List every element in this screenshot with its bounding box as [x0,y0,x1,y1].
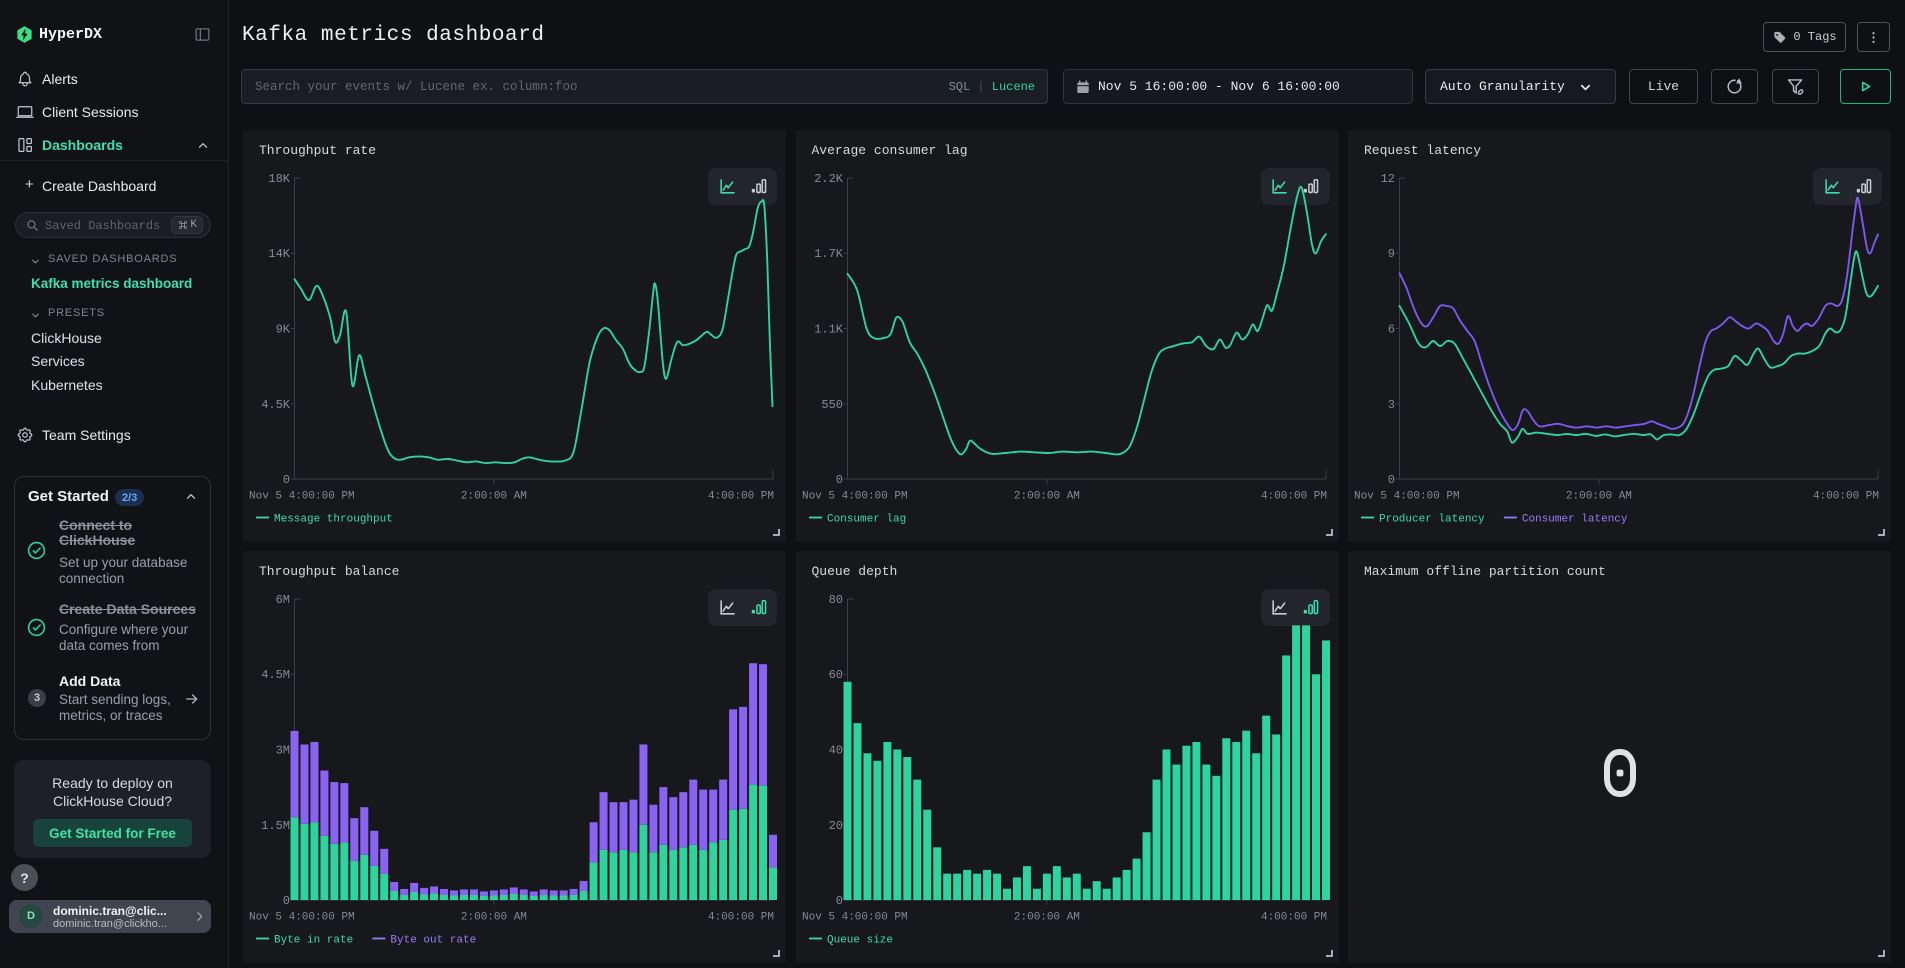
svg-text:4:00:00 PM: 4:00:00 PM [708,491,774,503]
svg-text:0: 0 [283,894,290,908]
svg-text:Message throughput: Message throughput [274,514,393,526]
svg-text:Nov 5 4:00:00 PM: Nov 5 4:00:00 PM [802,491,908,503]
svg-text:Consumer lag: Consumer lag [827,514,906,526]
svg-text:Nov 5 4:00:00 PM: Nov 5 4:00:00 PM [249,491,355,503]
svg-text:4:00:00 PM: 4:00:00 PM [1260,491,1326,503]
svg-text:2:00:00 AM: 2:00:00 AM [461,491,527,503]
svg-text:6: 6 [1388,323,1395,337]
svg-text:20: 20 [828,819,842,833]
svg-text:2:00:00 AM: 2:00:00 AM [1566,491,1632,503]
svg-text:2:00:00 AM: 2:00:00 AM [1013,912,1079,924]
svg-text:0: 0 [835,473,842,487]
svg-text:1.5M: 1.5M [261,819,290,833]
svg-text:4:00:00 PM: 4:00:00 PM [1260,912,1326,924]
svg-text:3M: 3M [276,744,290,758]
svg-text:550: 550 [821,398,843,412]
svg-text:6M: 6M [276,593,290,607]
svg-text:0: 0 [283,473,290,487]
svg-text:14K: 14K [268,247,290,261]
svg-text:4.5K: 4.5K [261,398,291,412]
svg-text:9K: 9K [276,323,291,337]
svg-text:Byte in rate: Byte in rate [274,935,353,947]
svg-text:Nov 5 4:00:00 PM: Nov 5 4:00:00 PM [1354,491,1460,503]
svg-text:3: 3 [1388,398,1395,412]
svg-text:80: 80 [828,593,842,607]
svg-text:Nov 5 4:00:00 PM: Nov 5 4:00:00 PM [249,912,355,924]
svg-text:9: 9 [1388,247,1395,261]
svg-text:1.7K: 1.7K [814,247,844,261]
svg-text:2.2K: 2.2K [814,172,844,186]
svg-text:0: 0 [835,894,842,908]
svg-text:1.1K: 1.1K [814,323,844,337]
svg-text:12: 12 [1381,172,1395,186]
svg-text:2:00:00 AM: 2:00:00 AM [461,912,527,924]
svg-text:4.5M: 4.5M [261,668,290,682]
svg-text:Consumer latency: Consumer latency [1522,514,1628,526]
svg-text:Byte out rate: Byte out rate [390,935,476,947]
svg-text:Queue size: Queue size [827,935,893,947]
svg-text:60: 60 [828,668,842,682]
svg-text:4:00:00 PM: 4:00:00 PM [1813,491,1879,503]
svg-text:40: 40 [828,744,842,758]
svg-text:2:00:00 AM: 2:00:00 AM [1013,491,1079,503]
svg-text:Nov 5 4:00:00 PM: Nov 5 4:00:00 PM [802,912,908,924]
svg-text:4:00:00 PM: 4:00:00 PM [708,912,774,924]
svg-text:Producer latency: Producer latency [1379,514,1485,526]
svg-text:0: 0 [1388,473,1395,487]
svg-text:18K: 18K [268,172,290,186]
